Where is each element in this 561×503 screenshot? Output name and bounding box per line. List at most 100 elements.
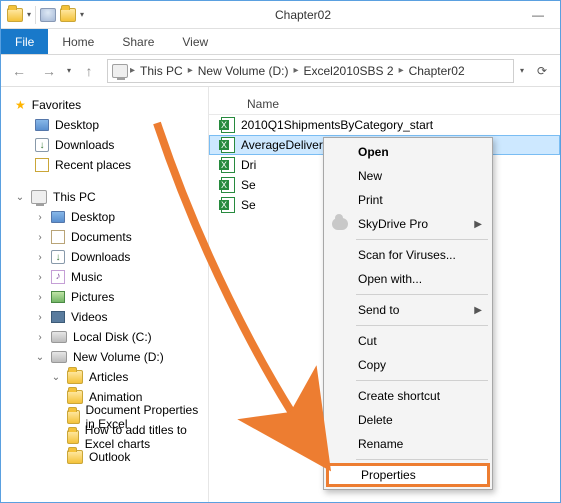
file-list: Name 2010Q1ShipmentsByCategory_start Ave… xyxy=(209,87,560,502)
expand-icon[interactable]: › xyxy=(35,212,45,223)
folder-icon xyxy=(67,410,80,424)
chevron-right-icon[interactable]: ▸ xyxy=(188,65,193,76)
expand-icon[interactable]: ⌄ xyxy=(51,372,61,383)
expand-icon[interactable]: › xyxy=(35,232,45,243)
menu-new[interactable]: New xyxy=(326,164,490,188)
menu-sendto[interactable]: Send to ▶ xyxy=(326,298,490,322)
tab-view[interactable]: View xyxy=(168,29,222,54)
desktop-icon xyxy=(35,119,49,131)
menu-open[interactable]: Open xyxy=(326,140,490,164)
breadcrumb-dropdown-icon[interactable]: ▾ xyxy=(520,66,524,75)
menu-scan[interactable]: Scan for Viruses... xyxy=(326,243,490,267)
tab-home[interactable]: Home xyxy=(48,29,108,54)
minimize-button[interactable]: — xyxy=(516,1,560,28)
tree-item[interactable]: ›♪Music xyxy=(5,267,204,287)
pictures-icon xyxy=(51,291,65,303)
tree-item[interactable]: ↓Downloads xyxy=(5,135,204,155)
quick-access-toolbar: ▾ ▾ xyxy=(1,1,90,28)
window-controls: — xyxy=(516,1,560,28)
column-name[interactable]: Name xyxy=(247,97,279,111)
menu-copy[interactable]: Copy xyxy=(326,353,490,377)
file-name: Se xyxy=(241,198,256,212)
refresh-button[interactable]: ⟳ xyxy=(530,59,554,83)
cloud-icon xyxy=(332,216,348,232)
tab-share[interactable]: Share xyxy=(108,29,168,54)
expand-icon[interactable]: › xyxy=(35,252,45,263)
window-title: Chapter02 xyxy=(90,8,516,22)
forward-button[interactable]: → xyxy=(37,59,61,83)
disk-icon xyxy=(51,331,67,343)
excel-file-icon xyxy=(221,157,235,173)
back-button[interactable]: ← xyxy=(7,59,31,83)
menu-cut[interactable]: Cut xyxy=(326,329,490,353)
recent-icon xyxy=(35,158,49,172)
navigation-bar: ← → ▾ ↑ ▸ This PC ▸ New Volume (D:) ▸ Ex… xyxy=(1,55,560,87)
crumb-thispc[interactable]: This PC xyxy=(137,64,186,78)
crumb-folder2[interactable]: Chapter02 xyxy=(406,64,468,78)
tree-item[interactable]: How to add titles to Excel charts xyxy=(5,427,204,447)
downloads-icon: ↓ xyxy=(51,250,65,264)
tree-item-newvolume[interactable]: ⌄New Volume (D:) xyxy=(5,347,204,367)
crumb-folder1[interactable]: Excel2010SBS 2 xyxy=(301,64,397,78)
tree-favorites[interactable]: ★ Favorites xyxy=(5,95,204,115)
navigation-pane: ★ Favorites Desktop ↓Downloads Recent pl… xyxy=(1,87,209,502)
column-header[interactable]: Name xyxy=(209,93,560,115)
documents-icon xyxy=(51,230,65,244)
tree-item[interactable]: ›Desktop xyxy=(5,207,204,227)
tree-item-articles[interactable]: ⌄Articles xyxy=(5,367,204,387)
music-icon: ♪ xyxy=(51,270,65,284)
menu-properties[interactable]: Properties xyxy=(326,463,490,487)
ribbon-tabs: File Home Share View xyxy=(1,29,560,55)
explorer-window: ▾ ▾ Chapter02 — File Home Share View ← →… xyxy=(0,0,561,503)
menu-separator xyxy=(356,294,488,295)
chevron-right-icon[interactable]: ▸ xyxy=(130,65,135,76)
expand-icon[interactable]: › xyxy=(35,292,45,303)
menu-rename[interactable]: Rename xyxy=(326,432,490,456)
qat-customize-icon[interactable]: ▾ xyxy=(80,10,84,19)
up-button[interactable]: ↑ xyxy=(77,59,101,83)
qat-dropdown-icon[interactable]: ▾ xyxy=(27,10,31,19)
excel-file-icon xyxy=(221,197,235,213)
folder-icon xyxy=(67,370,83,384)
body: ★ Favorites Desktop ↓Downloads Recent pl… xyxy=(1,87,560,502)
chevron-right-icon[interactable]: ▸ xyxy=(399,65,404,76)
menu-delete[interactable]: Delete xyxy=(326,408,490,432)
pc-icon xyxy=(31,190,47,204)
qat-separator xyxy=(35,6,36,24)
pc-icon xyxy=(112,64,128,78)
properties-qat-icon[interactable] xyxy=(40,8,56,22)
tree-item[interactable]: Recent places xyxy=(5,155,204,175)
menu-skydrive[interactable]: SkyDrive Pro ▶ xyxy=(326,212,490,236)
expand-icon[interactable]: ⌄ xyxy=(35,352,45,363)
tree-thispc[interactable]: ⌄ This PC xyxy=(5,187,204,207)
folder-icon xyxy=(67,450,83,464)
file-name: Se xyxy=(241,178,256,192)
chevron-right-icon[interactable]: ▸ xyxy=(293,65,298,76)
menu-shortcut[interactable]: Create shortcut xyxy=(326,384,490,408)
expand-icon[interactable]: › xyxy=(35,272,45,283)
menu-print[interactable]: Print xyxy=(326,188,490,212)
expand-icon[interactable]: › xyxy=(35,332,45,343)
desktop-icon xyxy=(51,211,65,223)
expand-icon[interactable]: ⌄ xyxy=(15,192,25,203)
crumb-drive[interactable]: New Volume (D:) xyxy=(195,64,292,78)
tree-item[interactable]: ›Documents xyxy=(5,227,204,247)
tree-item[interactable]: ›Local Disk (C:) xyxy=(5,327,204,347)
tree-item[interactable]: ›Videos xyxy=(5,307,204,327)
file-row[interactable]: 2010Q1ShipmentsByCategory_start xyxy=(209,115,560,135)
breadcrumb[interactable]: ▸ This PC ▸ New Volume (D:) ▸ Excel2010S… xyxy=(107,59,514,83)
file-tab[interactable]: File xyxy=(1,29,48,54)
app-folder-icon xyxy=(7,8,23,22)
expand-icon[interactable]: › xyxy=(35,312,45,323)
excel-file-icon xyxy=(221,177,235,193)
tree-item[interactable]: Desktop xyxy=(5,115,204,135)
history-dropdown-icon[interactable]: ▾ xyxy=(67,66,71,75)
downloads-icon: ↓ xyxy=(35,138,49,152)
folder-icon xyxy=(67,430,79,444)
tree-item[interactable]: ›↓Downloads xyxy=(5,247,204,267)
tree-item[interactable]: ›Pictures xyxy=(5,287,204,307)
new-folder-qat-icon[interactable] xyxy=(60,8,76,22)
file-name: Dri xyxy=(241,158,256,172)
menu-openwith[interactable]: Open with... xyxy=(326,267,490,291)
context-menu: Open New Print SkyDrive Pro ▶ Scan for V… xyxy=(323,137,493,490)
